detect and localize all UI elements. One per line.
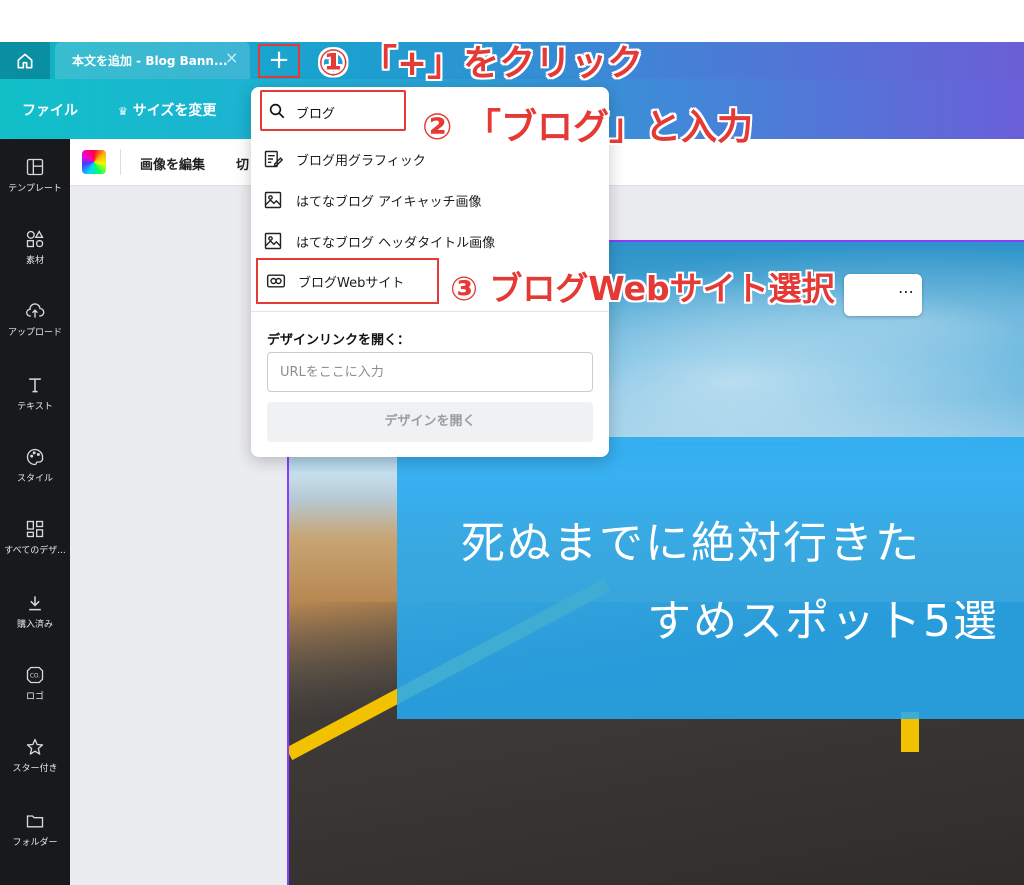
logo-icon: CO. bbox=[26, 666, 44, 684]
sidebar-label: スタイル bbox=[16, 474, 53, 484]
result-label: ブログ用グラフィック bbox=[296, 154, 426, 169]
file-menu[interactable]: ファイル bbox=[22, 100, 78, 120]
left-sidebar: テンプレート 素材 アップロード テキスト スタイル すべてのデザ... 購入済… bbox=[0, 139, 70, 885]
svg-text:CO.: CO. bbox=[30, 674, 40, 680]
new-design-button[interactable]: + bbox=[258, 44, 300, 78]
sidebar-label: テキスト bbox=[17, 402, 53, 412]
annotation-step-1: ① 「+」をクリック bbox=[318, 43, 644, 84]
page-floating-toolbar[interactable]: ⋯ bbox=[844, 274, 922, 316]
sidebar-label: ロゴ bbox=[25, 692, 44, 702]
sidebar-label: 素材 bbox=[25, 256, 44, 266]
sidebar-label: スター付き bbox=[12, 764, 58, 774]
sidebar-item-logo[interactable]: CO. ロゴ bbox=[0, 665, 70, 725]
edit-doc-icon bbox=[264, 150, 283, 168]
folder-icon bbox=[26, 815, 44, 828]
palette-icon bbox=[26, 448, 44, 466]
sidebar-item-all-designs[interactable]: すべてのデザ... bbox=[0, 519, 70, 579]
annotation-step-2: ② 「ブログ」と入力 bbox=[422, 107, 754, 148]
search-input[interactable]: ブログ bbox=[260, 90, 406, 131]
more-options-icon[interactable]: ⋯ bbox=[898, 282, 914, 301]
result-label: はてなブログ ヘッダタイトル画像 bbox=[296, 236, 496, 251]
text-icon bbox=[29, 378, 41, 393]
sidebar-item-elements[interactable]: 素材 bbox=[0, 229, 70, 289]
sidebar-label: 購入済み bbox=[16, 620, 53, 630]
title-text-box[interactable]: 死ぬまでに絶対行きた すめスポット5選 bbox=[397, 437, 1024, 719]
sidebar-item-starred[interactable]: スター付き bbox=[0, 737, 70, 797]
grid-icon bbox=[26, 520, 44, 538]
upload-icon bbox=[26, 303, 45, 318]
sidebar-item-styles[interactable]: スタイル bbox=[0, 447, 70, 507]
open-link-heading: デザインリンクを開く： bbox=[267, 333, 411, 348]
annotation-step-3: ③ ブログWebサイト選択 bbox=[450, 269, 835, 308]
search-icon bbox=[269, 103, 285, 119]
document-tab-title: 本文を追加 - Blog Bann... bbox=[72, 54, 228, 68]
resize-label: サイズを変更 bbox=[132, 103, 217, 119]
download-icon bbox=[29, 596, 41, 611]
resize-menu[interactable]: ♛ サイズを変更 bbox=[118, 100, 216, 120]
crown-icon: ♛ bbox=[118, 105, 128, 118]
url-input[interactable] bbox=[267, 352, 593, 392]
result-hatena-eyecatch[interactable]: はてなブログ アイキャッチ画像 bbox=[263, 187, 593, 213]
title-line-1: 死ぬまでに絶対行きた bbox=[461, 518, 921, 569]
sidebar-label: テンプレート bbox=[8, 184, 62, 194]
image-icon bbox=[264, 191, 282, 209]
sidebar-item-purchased[interactable]: 購入済み bbox=[0, 593, 70, 653]
result-hatena-header[interactable]: はてなブログ ヘッダタイトル画像 bbox=[263, 228, 593, 254]
document-tab[interactable]: 本文を追加 - Blog Bann... × bbox=[55, 42, 250, 79]
toolbar-divider bbox=[120, 149, 121, 175]
template-icon bbox=[26, 158, 44, 176]
search-input-value: ブログ bbox=[296, 107, 336, 122]
sidebar-item-folders[interactable]: フォルダー bbox=[0, 811, 70, 871]
color-picker-icon[interactable] bbox=[82, 150, 106, 174]
website-icon bbox=[266, 274, 286, 288]
home-icon bbox=[17, 53, 33, 68]
sidebar-item-templates[interactable]: テンプレート bbox=[0, 157, 70, 217]
sidebar-item-uploads[interactable]: アップロード bbox=[0, 301, 70, 361]
star-icon bbox=[26, 738, 44, 755]
open-design-button[interactable]: デザインを開く bbox=[267, 402, 593, 442]
crop-button[interactable]: 切 bbox=[236, 154, 249, 173]
dropdown-divider bbox=[251, 311, 609, 312]
home-tab[interactable] bbox=[0, 42, 50, 79]
title-line-2: すめスポット5選 bbox=[647, 596, 999, 647]
sidebar-label: すべてのデザ... bbox=[4, 546, 66, 556]
close-tab-icon[interactable]: × bbox=[225, 48, 238, 67]
result-label: はてなブログ アイキャッチ画像 bbox=[296, 195, 482, 210]
result-label: ブログWebサイト bbox=[298, 276, 405, 291]
image-icon bbox=[264, 232, 282, 250]
sidebar-item-text[interactable]: テキスト bbox=[0, 375, 70, 435]
sidebar-label: アップロード bbox=[7, 328, 62, 338]
result-blog-website[interactable]: ブログWebサイト bbox=[256, 258, 439, 304]
sidebar-label: フォルダー bbox=[12, 838, 58, 848]
edit-image-button[interactable]: 画像を編集 bbox=[140, 154, 205, 173]
elements-icon bbox=[26, 230, 44, 248]
